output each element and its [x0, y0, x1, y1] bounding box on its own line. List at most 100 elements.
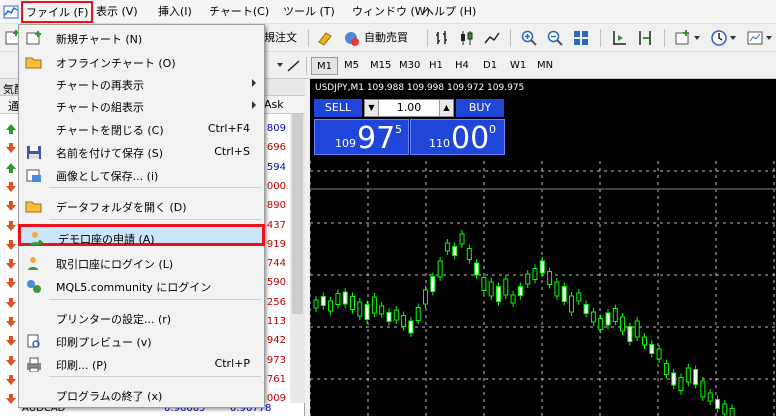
timeframe-m15[interactable]: M15: [365, 57, 396, 75]
candle: [481, 273, 487, 295]
chevron-down-icon[interactable]: [766, 36, 772, 40]
zoom-in-icon[interactable]: [520, 29, 538, 47]
arrow-down-icon: [6, 259, 16, 270]
menu-separator: [49, 219, 261, 220]
candle: [685, 364, 691, 386]
candle: [547, 267, 553, 289]
folder-open-icon: [25, 57, 42, 69]
candle: [371, 293, 377, 317]
periodicity-icon[interactable]: [710, 29, 728, 47]
candle: [437, 257, 443, 281]
menu-print-preview[interactable]: 印刷プレビュー (v): [19, 330, 264, 352]
chevron-down-icon[interactable]: [730, 36, 736, 40]
indicators-icon[interactable]: [674, 29, 692, 47]
menu-item-label: 画像として保存... (i): [56, 170, 159, 183]
candle: [452, 242, 458, 260]
candle: [444, 239, 450, 255]
menu-item-label: チャートの再表示: [56, 79, 144, 92]
lot-size-field[interactable]: ▼ 1.00 ▲: [364, 99, 454, 117]
menu-save-as[interactable]: 名前を付けて保存 (S) Ctrl+S: [19, 141, 264, 163]
lot-increase-button[interactable]: ▲: [439, 100, 453, 116]
timeframe-mn[interactable]: MN: [532, 57, 558, 75]
menu-offline-chart[interactable]: オフラインチャート (O): [19, 51, 264, 73]
auto-trading-icon[interactable]: [342, 29, 360, 47]
chart-window[interactable]: USDJPY,M1 109.988 109.998 109.972 109.97…: [310, 79, 776, 416]
auto-scroll-icon[interactable]: [610, 29, 628, 47]
arrow-down-icon: [6, 220, 16, 231]
metaeditor-icon[interactable]: [316, 29, 334, 47]
menu-insert[interactable]: 挿入(I): [158, 0, 192, 24]
arrow-down-icon: [6, 374, 16, 385]
zoom-out-icon[interactable]: [546, 29, 564, 47]
sell-price-box[interactable]: 109 97 5: [314, 119, 409, 156]
menu-help[interactable]: ヘルプ (H): [423, 0, 476, 24]
menu-item-label: 新規チャート (N): [56, 33, 143, 46]
buy-button[interactable]: BUY: [456, 99, 504, 117]
menu-print-setup[interactable]: プリンターの設定... (r): [19, 307, 264, 329]
candle: [707, 389, 713, 405]
menu-file[interactable]: ファイル (F): [21, 1, 94, 23]
menu-tools[interactable]: ツール (T): [283, 0, 335, 24]
chart-title: USDJPY,M1 109.988 109.998 109.972 109.97…: [315, 83, 525, 93]
timeframe-h1[interactable]: H1: [424, 57, 448, 75]
menu-chart-set[interactable]: チャートの組表示: [19, 95, 264, 117]
market-watch-scrollbar[interactable]: [290, 114, 305, 403]
menu-login-mql5[interactable]: MQL5.community にログイン: [19, 275, 264, 297]
timeframe-m5[interactable]: M5: [339, 57, 364, 75]
templates-icon[interactable]: [746, 29, 764, 47]
menu-item-shortcut: Ctrl+P: [214, 357, 250, 370]
menu-item-label: 取引口座にログイン (L): [56, 258, 174, 271]
line-chart-icon[interactable]: [483, 29, 501, 47]
ask-column-header[interactable]: Ask: [264, 98, 284, 111]
candle: [357, 298, 363, 320]
menu-view[interactable]: 表示 (V): [96, 0, 138, 24]
menu-print[interactable]: 印刷... (P) Ctrl+P: [19, 353, 264, 375]
auto-trading-button-label[interactable]: 自動売買: [364, 28, 408, 48]
candle: [656, 345, 662, 363]
candle: [576, 289, 582, 305]
chevron-down-icon[interactable]: [694, 36, 700, 40]
timeframe-m1[interactable]: M1: [311, 57, 338, 75]
menu-separator: [49, 187, 261, 188]
candle: [350, 292, 355, 314]
candle: [693, 365, 699, 389]
timeframe-d1[interactable]: D1: [478, 57, 502, 75]
menu-item-label: デモ口座の申請 (A): [58, 233, 155, 246]
timeframe-w1[interactable]: W1: [505, 57, 531, 75]
menu-save-as-picture[interactable]: 画像として保存... (i): [19, 164, 264, 186]
chart-shift-icon[interactable]: [636, 29, 654, 47]
sell-price-sup: 5: [395, 123, 402, 136]
timeframe-h4[interactable]: H4: [450, 57, 474, 75]
candle: [569, 292, 574, 316]
menu-item-label: 名前を付けて保存 (S): [56, 147, 164, 160]
menu-close-chart[interactable]: チャートを閉じる (C) Ctrl+F4: [19, 118, 264, 140]
candle: [459, 230, 465, 248]
candle: [335, 289, 341, 309]
menu-refresh-charts[interactable]: チャートの再表示: [19, 73, 264, 95]
menu-separator: [49, 299, 261, 300]
menu-login-trade-account[interactable]: 取引口座にログイン (L): [19, 252, 264, 274]
candle: [620, 313, 626, 335]
menu-exit[interactable]: プログラムの終了 (x): [19, 384, 264, 406]
timeframe-m30[interactable]: M30: [394, 57, 425, 75]
menu-new-chart[interactable]: 新規チャート (N): [19, 27, 264, 49]
menu-chart[interactable]: チャート(C): [209, 0, 269, 24]
sell-button[interactable]: SELL: [314, 99, 362, 117]
line-tool-icon[interactable]: [285, 57, 303, 75]
candlestick-icon[interactable]: [458, 29, 476, 47]
file-menu-dropdown: 新規チャート (N) オフラインチャート (O) チャートの再表示 チャートの組表示チ…: [18, 24, 265, 408]
lot-decrease-button[interactable]: ▼: [365, 100, 379, 116]
new-order-button-label[interactable]: 規注文: [264, 28, 297, 48]
buy-price-box[interactable]: 110 00 0: [410, 119, 505, 156]
menu-open-data-folder[interactable]: データフォルダを開く (D): [19, 195, 264, 217]
menu-item-label: チャートの組表示: [56, 101, 144, 114]
arrow-down-icon: [6, 355, 16, 366]
chevron-down-icon[interactable]: [277, 63, 283, 67]
arrow-down-icon: [6, 317, 16, 327]
sell-price-big: 97: [357, 121, 396, 156]
bar-chart-icon[interactable]: [433, 29, 451, 47]
menu-window[interactable]: ウィンドウ (W): [352, 0, 430, 24]
candle: [715, 395, 720, 413]
tile-windows-icon[interactable]: [572, 29, 590, 47]
menu-open-demo-account[interactable]: デモ口座の申請 (A): [18, 224, 265, 246]
